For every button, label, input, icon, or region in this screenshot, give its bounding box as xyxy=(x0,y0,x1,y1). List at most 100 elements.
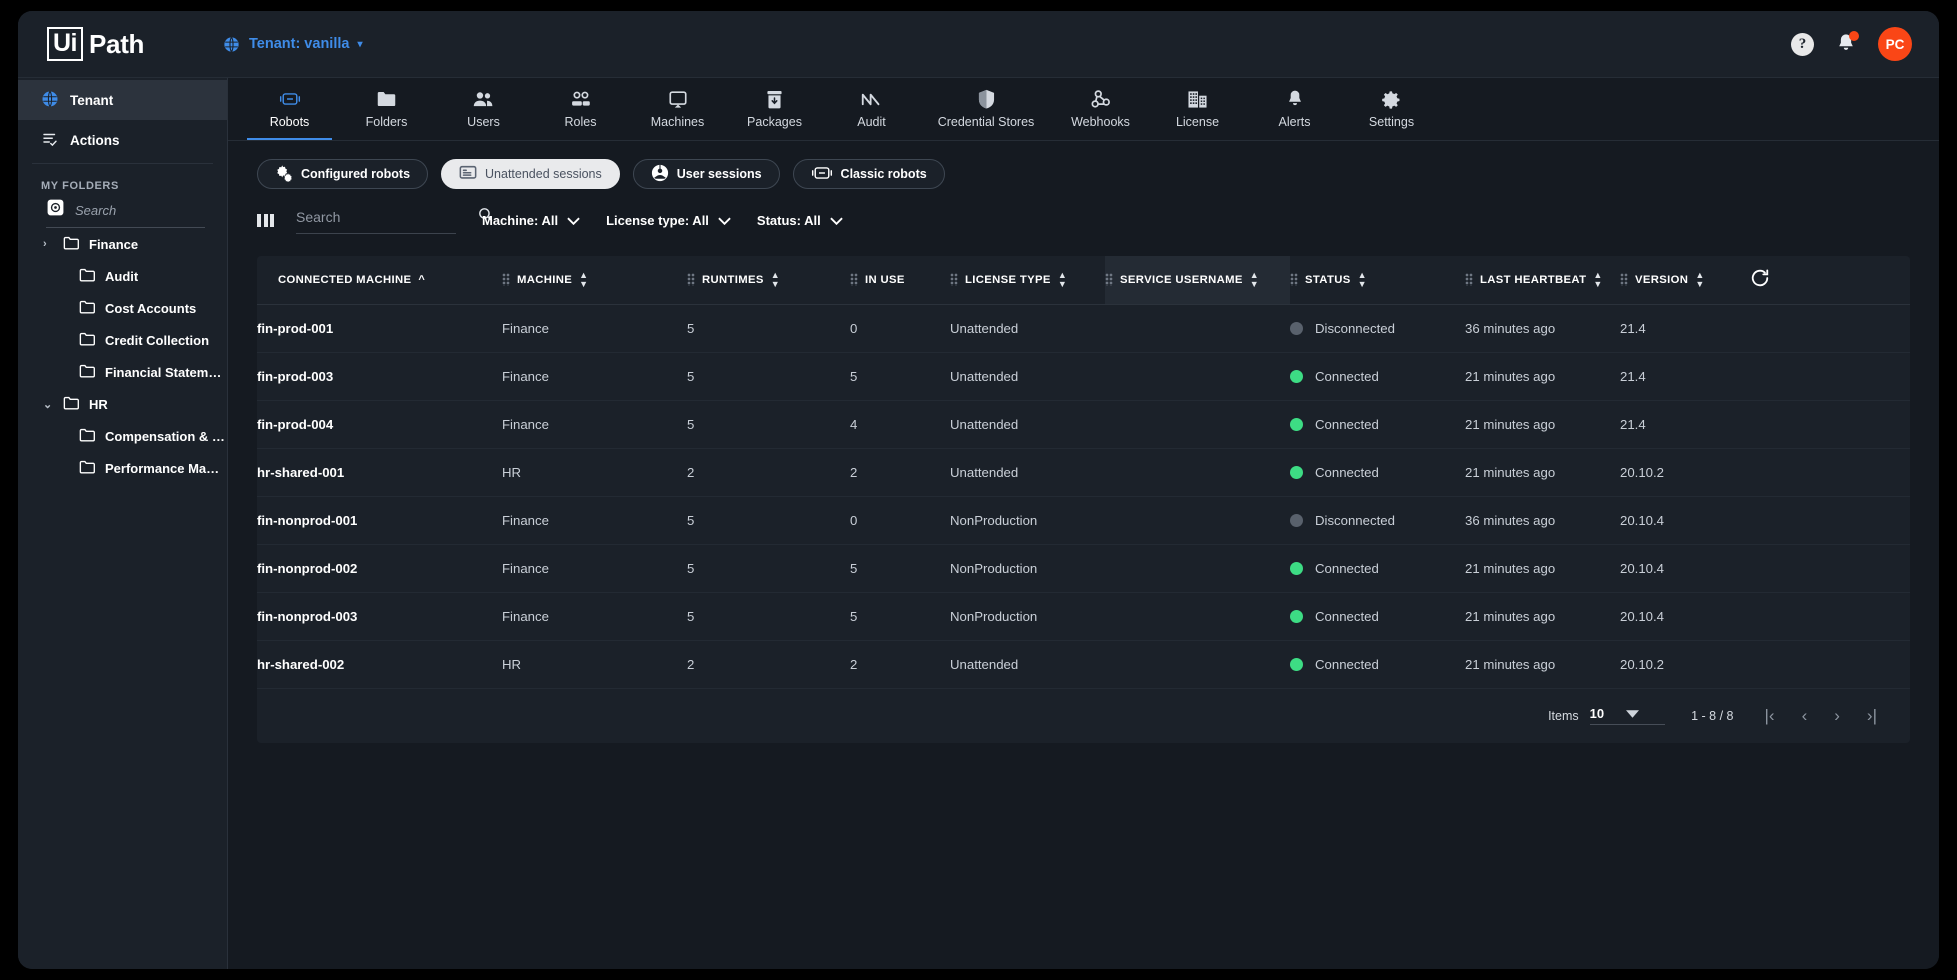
cell-runtimes: 2 xyxy=(687,448,850,497)
cell-in-use: 5 xyxy=(850,592,950,641)
tab-label: Alerts xyxy=(1278,115,1311,129)
column-header-version[interactable]: VERSION ▲ ▼ xyxy=(1620,256,1750,305)
column-header-label: VERSION xyxy=(1635,273,1689,286)
tab-alerts[interactable]: Alerts xyxy=(1246,78,1343,140)
columns-icon[interactable] xyxy=(257,213,274,227)
tab-webhooks[interactable]: Webhooks xyxy=(1052,78,1149,140)
column-header-in-use[interactable]: IN USE xyxy=(850,256,950,305)
status-label: Connected xyxy=(1315,416,1379,432)
refresh-icon[interactable] xyxy=(1750,269,1770,291)
column-header-service-username[interactable]: SERVICE USERNAME ▲ ▼ xyxy=(1105,256,1290,305)
tab-label: Machines xyxy=(650,115,705,129)
table-row[interactable]: fin-prod-003 Finance 5 5 Unattended Connected… xyxy=(257,352,1910,401)
column-resize-grip[interactable] xyxy=(950,273,958,287)
folder-tree-item[interactable]: ⌄ HR xyxy=(18,388,227,420)
column-resize-grip[interactable] xyxy=(1465,273,1473,287)
tab-settings[interactable]: Settings xyxy=(1343,78,1440,140)
column-resize-grip[interactable] xyxy=(687,273,695,287)
folder-tree-item[interactable]: Audit xyxy=(18,260,227,292)
cell-service-username xyxy=(1105,400,1290,449)
sort-icon[interactable]: ▲ ▼ xyxy=(1250,270,1259,289)
next-page-button[interactable]: › xyxy=(1829,707,1845,724)
folder-search-input[interactable] xyxy=(75,202,253,218)
column-header-connected-machine[interactable]: CONNECTED MACHINE ^ xyxy=(257,256,502,305)
column-header-last-heartbeat[interactable]: LAST HEARTBEAT ▲ ▼ xyxy=(1465,256,1620,305)
column-resize-grip[interactable] xyxy=(1105,273,1113,287)
sort-icon[interactable]: ▲ ▼ xyxy=(1358,270,1367,289)
sort-icon[interactable]: ▲ ▼ xyxy=(579,270,588,289)
notifications-bell-icon[interactable] xyxy=(1835,31,1859,56)
column-resize-grip[interactable] xyxy=(502,273,510,287)
items-per-page[interactable]: Items 10 xyxy=(1548,706,1666,726)
items-label: Items xyxy=(1548,708,1579,723)
sidebar-item-tenant[interactable]: Tenant xyxy=(18,80,227,120)
folder-tree-item[interactable]: Credit Collection xyxy=(18,324,227,356)
chevron-down-icon[interactable]: ⌄ xyxy=(43,398,54,411)
tab-bar: Robots Folders Users Roles Machines Packages A… xyxy=(228,78,1939,141)
table-row[interactable]: fin-prod-004 Finance 5 4 Unattended Connected… xyxy=(257,400,1910,449)
table-row[interactable]: fin-nonprod-003 Finance 5 5 NonProduction Con… xyxy=(257,592,1910,641)
folder-tree-item[interactable]: › Finance xyxy=(18,228,227,260)
column-resize-grip[interactable] xyxy=(1290,273,1298,287)
folder-search[interactable] xyxy=(46,198,277,228)
sidebar-item-actions[interactable]: Actions xyxy=(18,120,227,160)
folder-tree-item-label: Compensation & Bene... xyxy=(105,428,225,444)
first-page-button[interactable]: |‹ xyxy=(1760,707,1780,724)
table-row[interactable]: fin-nonprod-002 Finance 5 5 NonProduction Con… xyxy=(257,544,1910,593)
tab-machines[interactable]: Machines xyxy=(629,78,726,140)
sort-icon[interactable]: ▲ ▼ xyxy=(1695,270,1704,289)
cell-connected-machine: hr-shared-001 xyxy=(257,448,502,497)
folder-tree-item-label: Credit Collection xyxy=(105,332,210,348)
tab-credential-stores[interactable]: Credential Stores xyxy=(920,78,1052,140)
sort-icon[interactable]: ▲ ▼ xyxy=(1058,270,1067,289)
tab-roles[interactable]: Roles xyxy=(532,78,629,140)
table-search[interactable] xyxy=(296,206,493,234)
folder-tree-item[interactable]: Compensation & Bene... xyxy=(18,420,227,452)
filter-license-type[interactable]: License type: All xyxy=(606,213,731,228)
cell-spacer xyxy=(1750,640,1910,689)
last-page-button[interactable]: ›| xyxy=(1862,707,1882,724)
machine-monitor-icon xyxy=(668,89,688,109)
cell-license-type: Unattended xyxy=(950,352,1105,401)
sort-icon[interactable]: ▲ ▼ xyxy=(1593,270,1602,289)
tab-users[interactable]: Users xyxy=(435,78,532,140)
subtab-unattended-sessions[interactable]: Unattended sessions xyxy=(441,159,620,189)
help-icon[interactable]: ? xyxy=(1791,32,1814,56)
table-row[interactable]: hr-shared-001 HR 2 2 Unattended Connected 21 m… xyxy=(257,448,1910,497)
cell-last-heartbeat: 21 minutes ago xyxy=(1465,352,1620,401)
table-row[interactable]: fin-prod-001 Finance 5 0 Unattended Disconnec… xyxy=(257,304,1910,353)
subtab-configured-robots[interactable]: Configured robots xyxy=(257,159,429,189)
filter-machine[interactable]: Machine: All xyxy=(482,213,580,228)
bell-icon xyxy=(1286,89,1304,109)
items-per-page-select[interactable]: 10 xyxy=(1589,706,1666,726)
folder-tree-item[interactable]: Financial Statements xyxy=(18,356,227,388)
column-header-status[interactable]: STATUS ▲ ▼ xyxy=(1290,256,1465,305)
column-header-runtimes[interactable]: RUNTIMES ▲ ▼ xyxy=(687,256,850,305)
column-resize-grip[interactable] xyxy=(1620,273,1628,287)
folder-tree-item[interactable]: Performance Manage... xyxy=(18,452,227,484)
tab-license[interactable]: License xyxy=(1149,78,1246,140)
tenant-selector[interactable]: Tenant: vanilla ▾ xyxy=(222,35,362,54)
table-row[interactable]: fin-nonprod-001 Finance 5 0 NonProduction Dis… xyxy=(257,496,1910,545)
avatar[interactable]: PC xyxy=(1878,27,1912,61)
sort-icon[interactable]: ▲ ▼ xyxy=(771,270,780,289)
webhook-icon xyxy=(1091,89,1111,109)
prev-page-button[interactable]: ‹ xyxy=(1797,707,1813,724)
tab-robots[interactable]: Robots xyxy=(241,78,338,140)
search-input[interactable] xyxy=(296,209,477,225)
tab-label: Packages xyxy=(747,115,802,129)
folder-tree-item[interactable]: Cost Accounts xyxy=(18,292,227,324)
tab-packages[interactable]: Packages xyxy=(726,78,823,140)
column-header-license-type[interactable]: LICENSE TYPE ▲ ▼ xyxy=(950,256,1105,305)
subtab-classic-robots[interactable]: Classic robots xyxy=(792,159,945,189)
cell-service-username xyxy=(1105,640,1290,689)
tab-audit[interactable]: Audit xyxy=(823,78,920,140)
subtab-user-sessions[interactable]: User sessions xyxy=(632,159,780,189)
column-resize-grip[interactable] xyxy=(850,273,858,287)
table-row[interactable]: hr-shared-002 HR 2 2 Unattended Connected 21 m… xyxy=(257,640,1910,689)
tab-folders[interactable]: Folders xyxy=(338,78,435,140)
sort-asc-icon[interactable]: ^ xyxy=(418,274,425,286)
chevron-right-icon[interactable]: › xyxy=(43,238,54,250)
column-header-machine[interactable]: MACHINE ▲ ▼ xyxy=(502,256,687,305)
filter-status[interactable]: Status: All xyxy=(757,213,843,228)
